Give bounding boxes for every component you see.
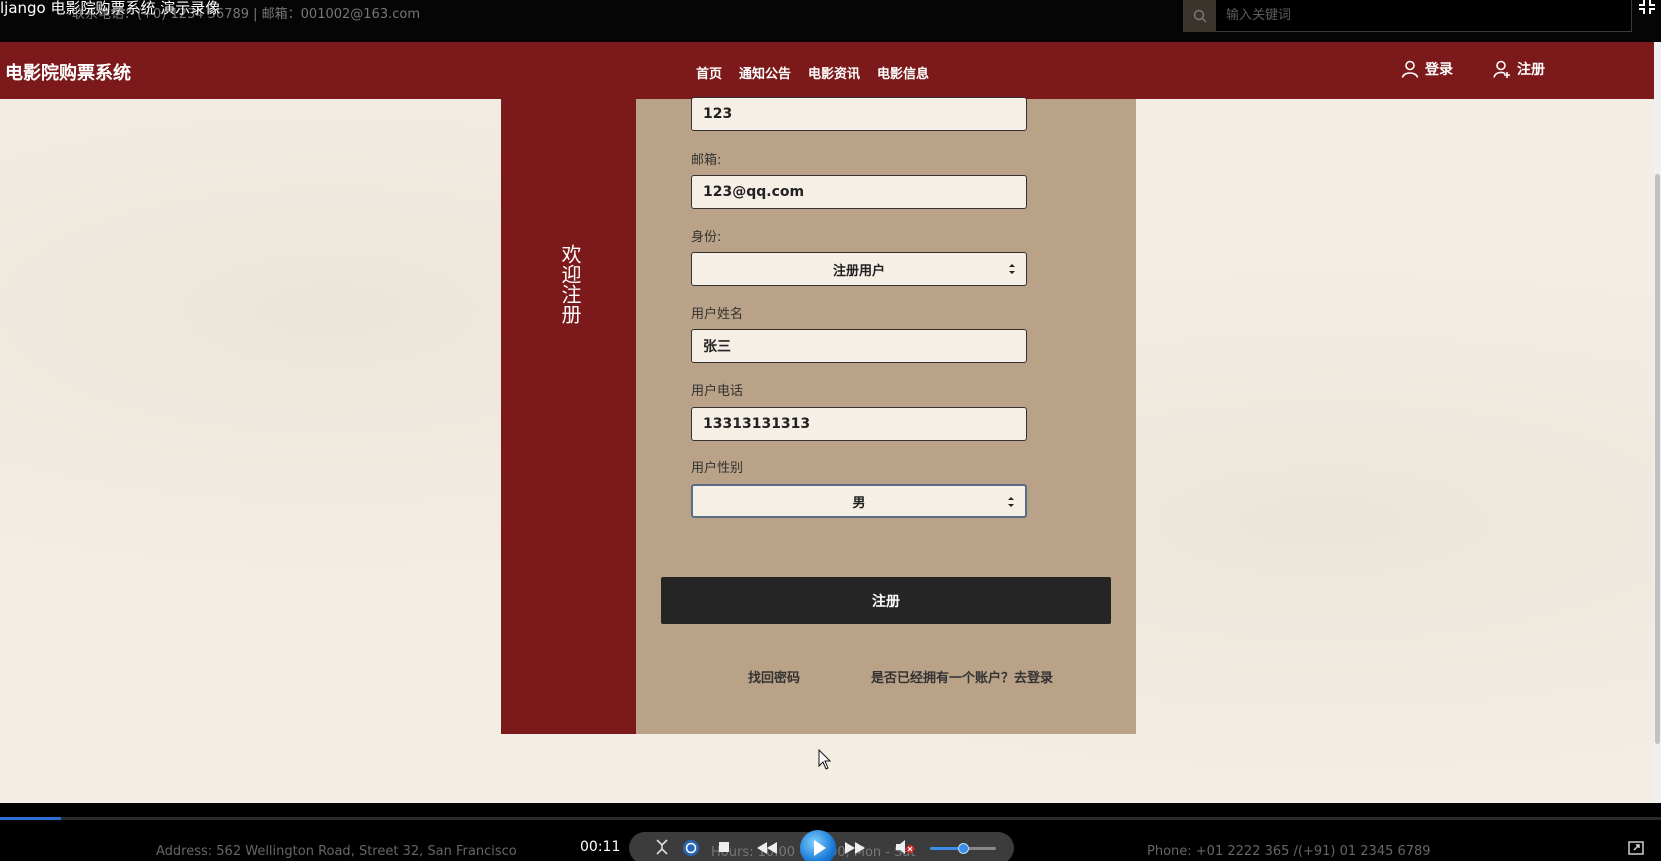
search-button[interactable] [1184,0,1216,32]
login-link[interactable]: 登录 [1401,59,1453,79]
name-label: 用户姓名 [691,307,744,322]
add-user-icon [1493,60,1510,78]
play-icon [814,840,826,856]
email-field[interactable] [691,175,1027,209]
mouse-cursor-icon [818,749,832,770]
player-controls: Hours: 10:00 - 18:00, Mon - Sat [629,830,1014,861]
select-arrows-icon [1009,264,1015,274]
mute-icon[interactable] [895,839,915,855]
register-label: 注册 [1517,62,1545,78]
welcome-text: 欢迎注册 [558,244,582,324]
welcome-panel: 欢迎注册 [501,99,636,734]
stop-icon[interactable] [718,841,730,853]
site-header: 电影院购票系统 首页 通知公告 电影资讯 电影信息 登录 注册 [0,42,1654,99]
site-brand[interactable]: 电影院购票系统 [5,59,131,85]
user-icon [1401,60,1419,78]
progress-bar[interactable] [0,817,1661,820]
role-value: 注册用户 [832,263,885,279]
gender-label: 用户性别 [691,461,744,476]
phone-field[interactable] [691,407,1027,441]
footer-address: Address: 562 Wellington Road, Street 32,… [156,844,517,859]
volume-knob[interactable] [958,843,969,854]
picture-in-picture-icon[interactable] [1628,841,1644,855]
forgot-password-link[interactable]: 找回密码 [748,667,800,686]
name-field[interactable] [691,329,1027,363]
page-scrollbar[interactable] [1654,42,1661,803]
login-label: 登录 [1425,62,1453,78]
nav-item-home[interactable]: 首页 [696,63,722,82]
playback-time: 00:11 [580,839,621,855]
progress-fill [0,817,62,820]
register-submit-button[interactable]: 注册 [661,577,1111,624]
footer-phone: Phone: +01 2222 365 /(+91) 01 2345 6789 [1147,844,1431,859]
go-login-link[interactable]: 是否已经拥有一个账户？去登录 [871,667,1053,686]
rewind-icon[interactable] [756,841,778,855]
nav-item-notices[interactable]: 通知公告 [739,63,791,82]
exit-fullscreen-icon[interactable] [1638,0,1656,14]
fast-forward-icon[interactable] [844,841,866,855]
search-input[interactable] [1226,0,1626,31]
shrink-icon[interactable] [655,839,669,855]
role-select[interactable]: 注册用户 [691,252,1027,286]
gender-select[interactable]: 男 [691,484,1027,518]
video-player-bar: Address: 562 Wellington Road, Street 32,… [0,803,1661,861]
video-title: ljango 电影院购票系统 演示录像 [0,0,221,17]
nav-item-movie-news[interactable]: 电影资讯 [808,63,860,82]
volume-slider[interactable] [930,843,996,854]
scrollbar-thumb[interactable] [1655,174,1660,744]
email-label: 邮箱: [691,153,722,168]
register-form: 邮箱: 身份: 注册用户 用户姓名 用户电话 用户性别 男 注册 找回密码 是否… [636,97,1136,734]
select-arrows-icon [1008,497,1014,507]
role-label: 身份: [691,230,722,245]
search-box [1183,0,1632,32]
phone-label: 用户电话 [691,384,744,399]
play-button[interactable] [800,830,836,861]
gender-value: 男 [852,495,866,511]
register-link[interactable]: 注册 [1493,59,1545,79]
search-icon [1193,9,1207,23]
main-nav: 首页 通知公告 电影资讯 电影信息 [696,63,929,82]
nav-item-movie-info[interactable]: 电影信息 [877,63,929,82]
video-top-bar: 联系电话：(+0) 1234 56789 | 邮箱：001002@163.com… [0,0,1661,42]
repeat-icon[interactable] [682,839,700,857]
page-content: 欢迎注册 邮箱: 身份: 注册用户 用户姓名 用户电话 用户性别 男 注册 找回… [0,97,1654,803]
password-confirm-field[interactable] [691,97,1027,131]
